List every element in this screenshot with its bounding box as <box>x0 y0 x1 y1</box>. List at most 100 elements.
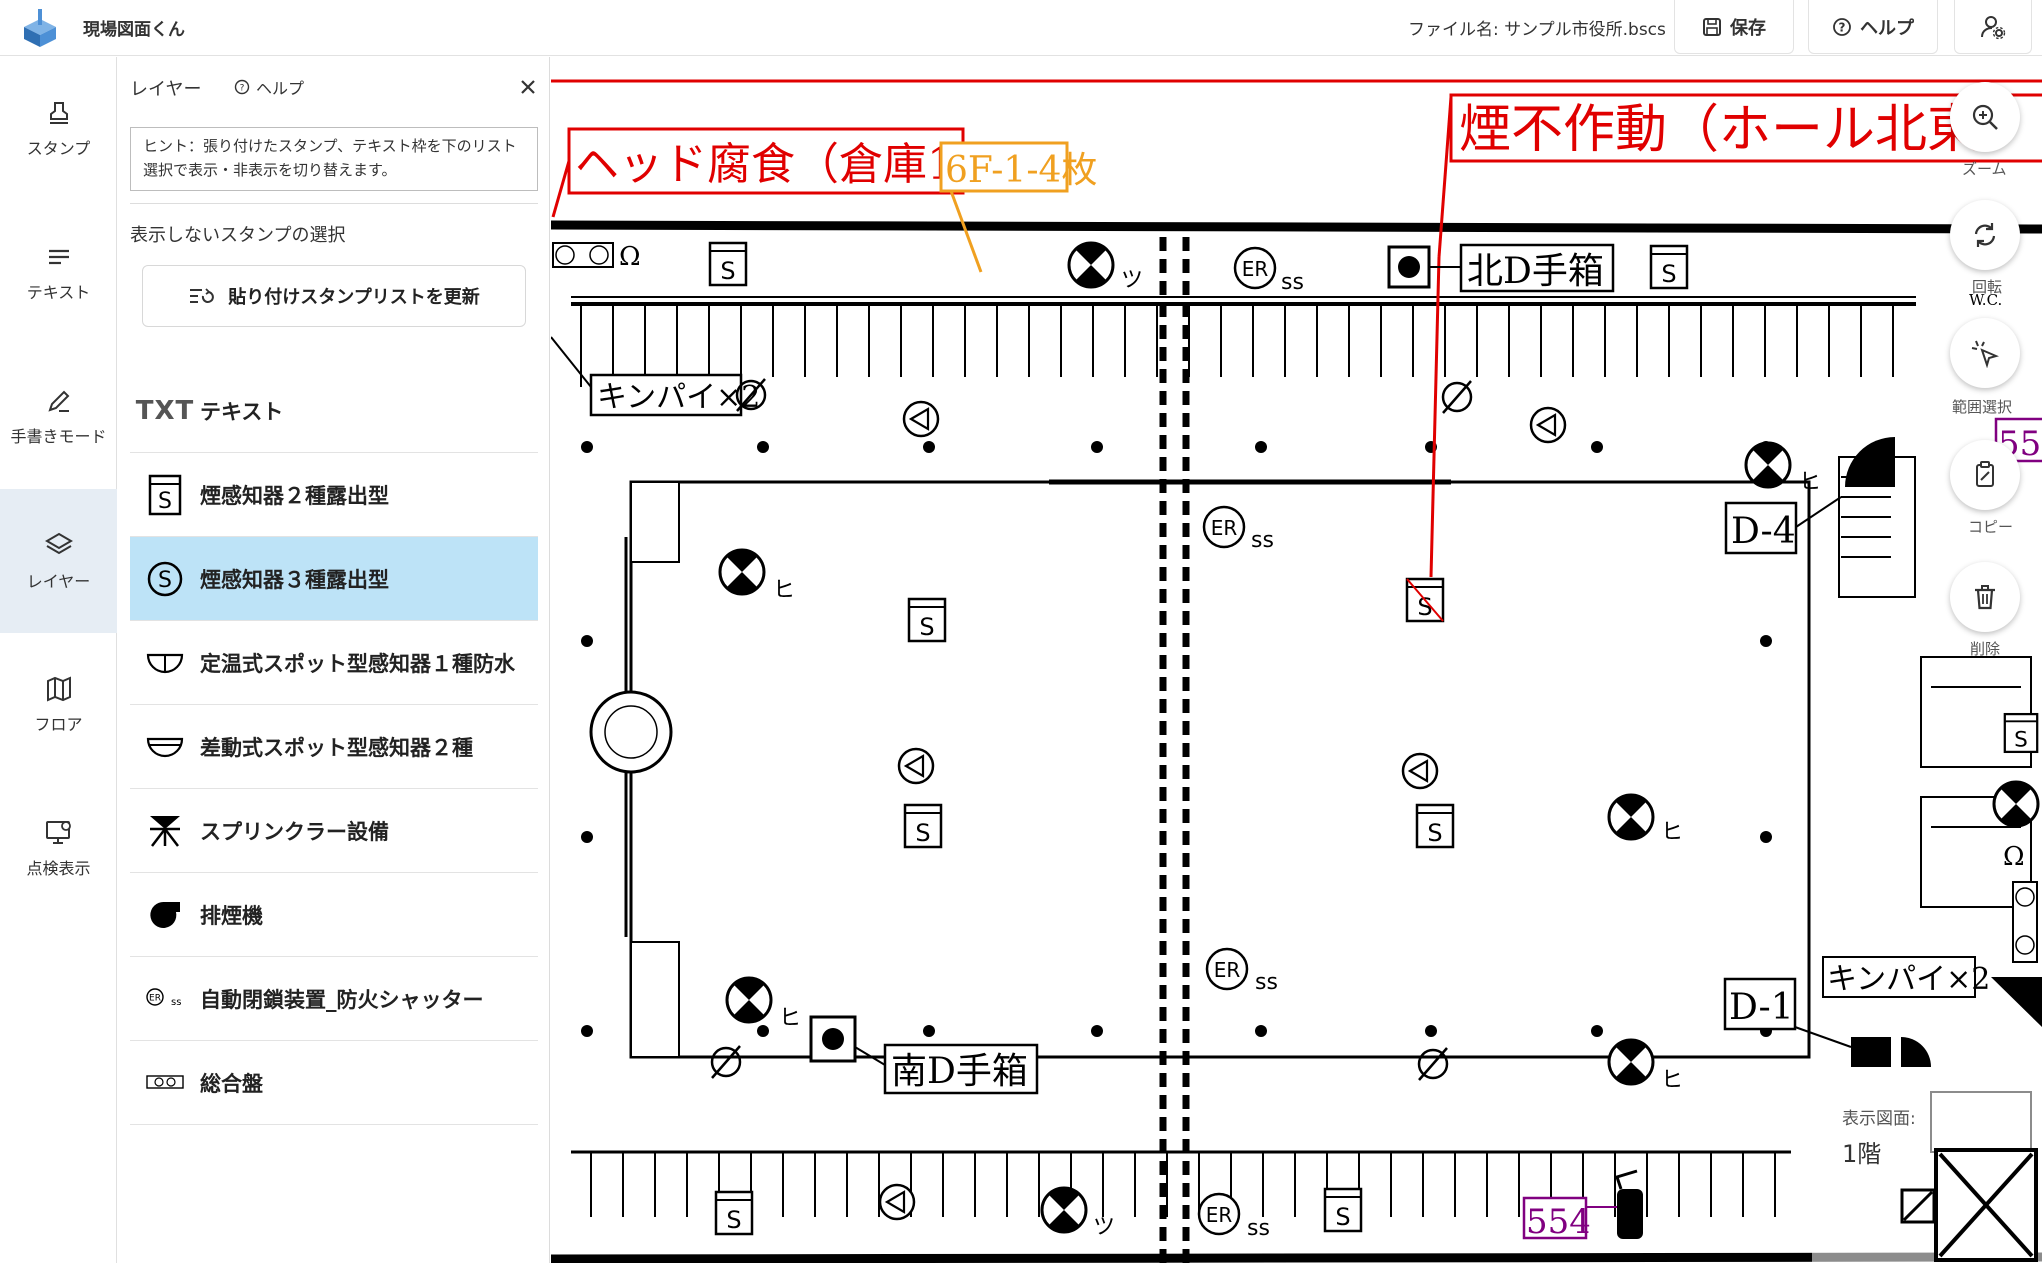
smoke-detector-stamp[interactable] <box>1415 803 1455 849</box>
kinpai-left-label: キンパイ×2 <box>597 380 760 415</box>
zoom-button[interactable] <box>1950 82 2020 152</box>
stamp-row-sprinkler[interactable]: スプリンクラー設備 <box>130 789 538 873</box>
stamp-row-rate-rise[interactable]: 差動式スポット型感知器２種 <box>130 705 538 789</box>
tsu-label: ツ <box>1121 268 1143 293</box>
range-select-button[interactable] <box>1950 318 2020 388</box>
nav-inspection[interactable]: 点検表示 <box>0 777 117 921</box>
smoke-detector-stamp[interactable] <box>903 803 943 849</box>
nav-text[interactable]: テキスト <box>0 201 117 345</box>
nav-stamp-label: スタンプ <box>26 139 91 158</box>
fire-extinguisher-icon[interactable] <box>1615 1169 1643 1239</box>
refresh-stamp-list-button[interactable]: 貼り付けスタンプリストを更新 <box>142 265 526 327</box>
hidden-stamps-label: 表示しないスタンプの選択 <box>130 225 346 246</box>
valve-stamp[interactable] <box>1529 406 1567 444</box>
close-icon[interactable] <box>516 75 540 99</box>
file-name: ファイル名: サンプル市役所.bscs <box>1408 20 1666 40</box>
smoke-detector-type2-icon: S <box>148 474 182 515</box>
help-circle-icon: ? <box>234 79 250 95</box>
rate-detector-stamp[interactable] <box>1992 779 2040 829</box>
rate-detector-stamp[interactable] <box>718 547 766 597</box>
stamp-row-smoke-type2[interactable]: S 煙感知器２種露出型 <box>130 453 538 537</box>
zoom-in-icon <box>1972 104 1998 130</box>
valve-stamp[interactable] <box>1401 752 1439 790</box>
stamp-row-smoke-type3[interactable]: S 煙感知器３種露出型 <box>130 537 538 621</box>
smoke-detector-stamp[interactable] <box>708 241 748 287</box>
rate-detector-stamp[interactable] <box>1607 1037 1655 1087</box>
panel-help-label: ヘルプ <box>256 79 305 98</box>
pb-panel-top[interactable]: Ω <box>552 242 641 272</box>
ss-label: ss <box>1251 528 1274 553</box>
top-bar: 現場図面くん ファイル名: サンプル市役所.bscs 保存 ? ヘルプ <box>0 0 2042 56</box>
copy-label: コピー <box>1968 518 2014 536</box>
nav-floor[interactable]: フロア <box>0 633 117 777</box>
stamp-row-text[interactable]: TXT テキスト <box>130 369 538 453</box>
rate-detector-stamp[interactable] <box>1067 240 1115 290</box>
smoke-detector-stamp[interactable] <box>1649 244 1689 290</box>
ss-label: ss <box>1281 270 1304 295</box>
annotation-head-corrosion: ヘッド腐食（倉庫1） <box>575 139 999 190</box>
slash-symbol[interactable] <box>710 1044 742 1080</box>
rate-detector-stamp[interactable] <box>1607 792 1655 842</box>
valve-stamp[interactable] <box>902 400 940 438</box>
stamp-label: 自動閉鎖装置_防火シャッター <box>200 987 484 1012</box>
stamp-label: 総合盤 <box>200 1071 263 1096</box>
stamp-row-smoke-exhaust[interactable]: 排煙機 <box>130 873 538 957</box>
rate-detector-stamp[interactable] <box>1040 1185 1088 1235</box>
smoke-detector-type3-icon: S <box>147 561 183 596</box>
copy-button[interactable] <box>1950 440 2020 510</box>
delete-button[interactable] <box>1950 562 2020 632</box>
panel-help-link[interactable]: ? ヘルプ <box>234 75 304 99</box>
svg-text:ss: ss <box>171 997 181 1008</box>
smoke-detector-stamp[interactable] <box>714 1190 754 1236</box>
layer-panel: レイヤー ? ヘルプ ヒント：張り付けたスタンプ、テキスト枠を下のリスト選択で表… <box>118 57 550 1263</box>
omega-label-top: Ω <box>619 242 641 272</box>
valve-stamp[interactable] <box>878 1183 916 1221</box>
nav-handwriting[interactable]: 手書きモード <box>0 345 117 489</box>
valve-stamp[interactable] <box>897 747 935 785</box>
smoke-detector-stamp[interactable] <box>2003 712 2039 754</box>
txt-icon: TXT <box>135 395 195 426</box>
south-box-label: 南D手箱 <box>891 1051 1028 1092</box>
save-button[interactable]: 保存 <box>1674 0 1794 54</box>
rate-detector-stamp[interactable] <box>725 975 773 1025</box>
hi-label: ヒ <box>1661 1068 1683 1093</box>
save-icon <box>1703 17 1721 36</box>
stamp-label: スプリンクラー設備 <box>200 819 389 844</box>
stamp-label: 煙感知器２種露出型 <box>200 483 389 508</box>
smoke-detector-stamp[interactable] <box>1323 1187 1363 1233</box>
rate-of-rise-detector-icon <box>146 737 184 757</box>
stamp-row-general-panel[interactable]: 総合盤 <box>130 1041 538 1125</box>
help-label: ヘルプ <box>1860 17 1914 39</box>
help-button[interactable]: ? ヘルプ <box>1808 0 1938 54</box>
slash-symbol[interactable] <box>1441 379 1473 415</box>
rate-detector-stamp[interactable] <box>1744 440 1792 490</box>
app-title: 現場図面くん <box>83 20 185 40</box>
annotation-6f: 6F-1-4枚 <box>945 150 1097 191</box>
er-label: ER <box>1206 1203 1233 1227</box>
fixed-temp-detector-icon <box>146 653 184 673</box>
rotate-button[interactable] <box>1950 200 2020 270</box>
svg-text:?: ? <box>240 84 245 94</box>
floor-label: 表示図面: <box>1842 1109 1916 1129</box>
stamp-label: 差動式スポット型感知器２種 <box>200 735 473 760</box>
slash-symbol[interactable] <box>1417 1046 1449 1082</box>
sprinkler-icon <box>150 815 180 847</box>
svg-text:?: ? <box>1839 20 1846 34</box>
nav-text-label: テキスト <box>26 283 91 302</box>
divider <box>130 203 538 204</box>
hi-label: ヒ <box>1661 820 1683 845</box>
save-label: 保存 <box>1730 17 1766 39</box>
tsu-label: ツ <box>1093 1215 1115 1240</box>
layer-panel-title: レイヤー <box>130 79 202 100</box>
cursor-select-icon <box>1971 340 1999 368</box>
left-nav: スタンプ テキスト 手書きモード レイヤー フロア 点検表示 <box>0 57 117 1263</box>
stamp-row-fixed-temp[interactable]: 定温式スポット型感知器１種防水 <box>130 621 538 705</box>
ss-label: ss <box>1247 1216 1270 1241</box>
smoke-detector-stamp[interactable] <box>907 597 947 643</box>
stamp-row-auto-close[interactable]: ER ss 自動閉鎖装置_防火シャッター <box>130 957 538 1041</box>
d1-label: D-1 <box>1729 987 1794 1028</box>
user-settings-button[interactable] <box>1954 0 2032 54</box>
nav-stamp[interactable]: スタンプ <box>0 57 117 201</box>
nav-layer[interactable]: レイヤー <box>0 489 117 633</box>
range-select-label: 範囲選択 <box>1952 398 2013 416</box>
